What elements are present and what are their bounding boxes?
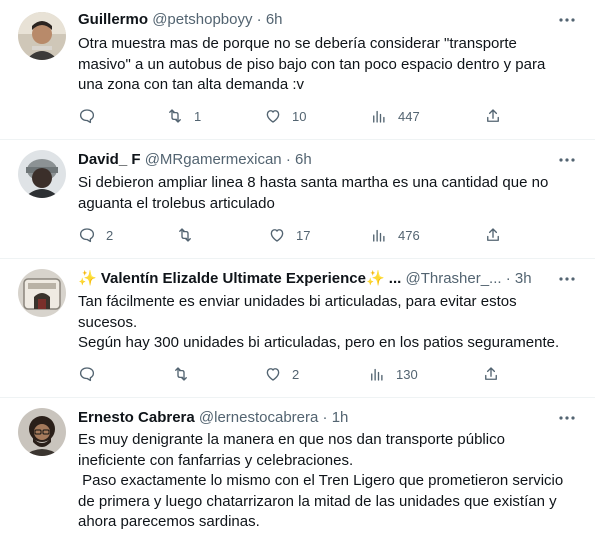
more-horizontal-icon[interactable]: [557, 10, 577, 30]
tweet-text-line: Es muy denigrante la manera en que nos d…: [78, 431, 505, 448]
more-horizontal-icon[interactable]: [557, 150, 577, 170]
reply-icon: [79, 367, 95, 382]
tweet-header: Ernesto Cabrera @lernestocabrera · 1h: [78, 408, 555, 428]
tweet-text-line: sucesos.: [78, 313, 138, 331]
timestamp[interactable]: 1h: [332, 409, 349, 426]
views-button[interactable]: 130: [368, 364, 418, 384]
reply-icon: [79, 228, 95, 243]
views-button[interactable]: 447: [370, 106, 420, 126]
tweet-actions: 1 10 447: [78, 106, 595, 126]
like-count: 17: [296, 227, 311, 243]
views-icon: [373, 110, 385, 123]
tweet-text-line: Paso exactamente lo mismo con el Tren Li…: [78, 472, 564, 489]
timestamp[interactable]: 6h: [295, 151, 312, 168]
separator-dot: ·: [285, 151, 291, 168]
timestamp[interactable]: 3h: [515, 270, 532, 287]
share-icon: [487, 109, 499, 122]
more-horizontal-icon[interactable]: [557, 269, 577, 289]
author-name[interactable]: David_ F: [78, 151, 141, 168]
views-icon: [373, 229, 385, 242]
like-button[interactable]: 2: [264, 364, 299, 384]
views-icon: [371, 368, 383, 381]
author-name[interactable]: ✨ Valentín Elizalde Ultimate Experience✨…: [78, 270, 401, 287]
avatar[interactable]: [18, 150, 66, 198]
like-icon: [266, 368, 280, 381]
tweet-actions: 2 130: [78, 364, 595, 384]
like-icon: [266, 110, 280, 123]
retweet-icon: [175, 367, 187, 381]
avatar[interactable]: [18, 269, 66, 317]
tweet-text: Si debieron ampliar linea 8 hasta santa …: [78, 173, 579, 214]
reply-icon: [79, 109, 95, 124]
share-icon: [485, 367, 497, 380]
tweet[interactable]: Ernesto Cabrera @lernestocabrera · 1h Es…: [0, 398, 595, 546]
author-handle[interactable]: @MRgamermexican: [145, 151, 282, 168]
tweet-text-line: una zona con tan alta demanda :v: [78, 76, 304, 93]
like-count: 10: [292, 108, 307, 124]
tweet-text-line: ineficiente con fanfarrias y celebracion…: [78, 451, 354, 469]
share-button[interactable]: [484, 106, 502, 126]
like-button[interactable]: 17: [268, 225, 310, 245]
author-handle[interactable]: @lernestocabrera: [199, 409, 318, 426]
like-icon: [270, 229, 284, 242]
views-count: 130: [396, 366, 418, 382]
more-horizontal-icon[interactable]: [557, 408, 577, 428]
tweet[interactable]: Guillermo @petshopboyy · 6h Otra muestra…: [0, 0, 595, 140]
retweet-icon: [169, 109, 181, 123]
tweet-text-line: masivo" a un autobus de piso bajo con ta…: [78, 55, 546, 73]
tweet[interactable]: ✨ Valentín Elizalde Ultimate Experience✨…: [0, 259, 595, 398]
retweet-icon: [179, 228, 191, 242]
author-handle[interactable]: @petshopboyy: [152, 11, 252, 28]
retweet-count: 1: [194, 108, 202, 124]
tweet-text-line: Si debieron ampliar linea 8 hasta santa …: [78, 174, 549, 191]
separator-dot: ·: [505, 270, 511, 287]
tweet-actions: 2 17 476: [78, 225, 595, 245]
share-icon: [487, 228, 499, 241]
separator-dot: ·: [256, 11, 262, 28]
reply-count: 2: [106, 227, 114, 243]
views-count: 447: [398, 108, 420, 124]
reply-button[interactable]: 2: [78, 225, 113, 245]
tweet-header: Guillermo @petshopboyy · 6h: [78, 10, 555, 30]
reply-button[interactable]: [78, 106, 106, 126]
views-count: 476: [398, 227, 420, 243]
views-button[interactable]: 476: [370, 225, 420, 245]
tweet[interactable]: David_ F @MRgamermexican · 6h Si debiero…: [0, 140, 595, 259]
tweet-text-line: Según hay 300 unidades bi articuladas, p…: [78, 334, 560, 351]
retweet-button[interactable]: [176, 225, 204, 245]
share-button[interactable]: [484, 225, 502, 245]
tweet-text-line: de primera y luego chatarrizaron la mita…: [78, 492, 557, 510]
tweet-text-line: Tan fácilmente es enviar unidades bi art…: [78, 293, 517, 310]
separator-dot: ·: [322, 409, 328, 426]
tweet-text-line: Otra muestra mas de porque no se debería…: [78, 35, 517, 52]
tweet-text: Otra muestra mas de porque no se debería…: [78, 34, 579, 96]
retweet-button[interactable]: 1: [166, 106, 201, 126]
like-button[interactable]: 10: [264, 106, 306, 126]
share-button[interactable]: [482, 364, 500, 384]
tweet-text-line: aguanta el trolebus articulado: [78, 194, 275, 212]
tweet-text: Tan fácilmente es enviar unidades bi art…: [78, 292, 579, 354]
tweet-text: Es muy denigrante la manera en que nos d…: [78, 430, 579, 533]
reply-button[interactable]: [78, 364, 106, 384]
retweet-button[interactable]: [172, 364, 200, 384]
tweet-header: ✨ Valentín Elizalde Ultimate Experience✨…: [78, 269, 555, 289]
author-name[interactable]: Ernesto Cabrera: [78, 409, 195, 426]
timestamp[interactable]: 6h: [266, 11, 283, 28]
author-name[interactable]: Guillermo: [78, 11, 148, 28]
avatar[interactable]: [18, 12, 66, 60]
tweet-text-line: ahora parecemos sardinas.: [78, 513, 260, 530]
author-handle[interactable]: @Thrasher_...: [405, 270, 501, 287]
tweet-header: David_ F @MRgamermexican · 6h: [78, 150, 555, 170]
avatar[interactable]: [18, 408, 66, 456]
like-count: 2: [292, 366, 300, 382]
